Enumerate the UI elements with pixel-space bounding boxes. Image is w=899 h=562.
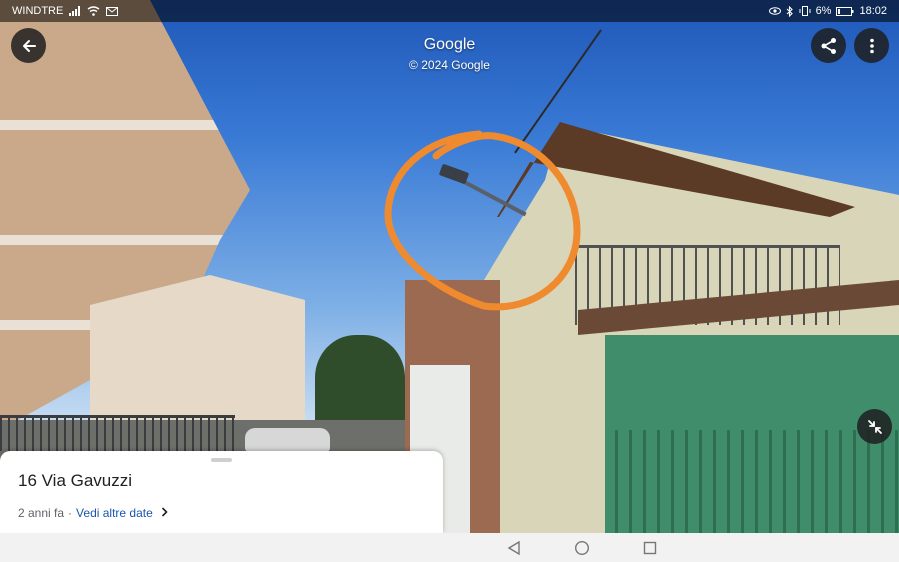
header-copyright: © 2024 Google <box>409 58 490 72</box>
balcony-stripe <box>0 235 230 245</box>
capture-date-row: 2 anni fa · Vedi altre date <box>18 506 168 520</box>
collapse-icon <box>867 419 882 434</box>
share-icon <box>821 37 836 54</box>
back-button[interactable] <box>11 28 46 63</box>
see-more-dates-link[interactable]: Vedi altre date <box>76 506 153 520</box>
nav-back-icon <box>507 540 520 555</box>
capture-age: 2 anni fa <box>18 506 65 520</box>
exit-fullscreen-button[interactable] <box>857 409 892 444</box>
signal-icon <box>69 5 81 17</box>
wifi-icon <box>87 5 100 17</box>
location-address: 16 Via Gavuzzi <box>18 471 133 490</box>
nav-home-icon <box>574 540 590 555</box>
clock-time: 18:02 <box>859 5 887 17</box>
nav-home-button[interactable] <box>572 538 592 558</box>
battery-percent: 6% <box>815 5 832 17</box>
balcony-stripe <box>0 120 230 130</box>
green-garage-gate <box>605 335 899 562</box>
eye-icon <box>768 5 781 17</box>
battery-icon <box>836 5 854 17</box>
left-fence <box>0 415 235 451</box>
gmail-icon <box>106 5 119 17</box>
header-title: Google <box>423 36 476 53</box>
bluetooth-icon <box>786 5 794 17</box>
panorama-header: Google © 2024 Google <box>0 36 899 72</box>
location-card[interactable]: 16 Via Gavuzzi 2 anni fa · Vedi altre da… <box>0 451 443 533</box>
trees <box>315 335 405 430</box>
nav-recents-icon <box>643 541 657 554</box>
carrier-name: WINDTRE <box>12 5 64 17</box>
more-options-button[interactable] <box>854 28 889 63</box>
arrow-back-icon <box>22 39 36 52</box>
parked-car <box>245 428 330 452</box>
drag-handle[interactable] <box>211 458 232 462</box>
meta-separator: · <box>68 506 73 520</box>
nav-back-button[interactable] <box>504 538 524 558</box>
nav-recents-button[interactable] <box>640 538 660 558</box>
share-button[interactable] <box>811 28 846 63</box>
vibrate-icon <box>799 5 811 17</box>
system-navigation-bar <box>0 533 899 562</box>
hand-drawn-circle-annotation <box>384 130 581 311</box>
chevron-right-icon[interactable] <box>161 506 168 520</box>
more-vert-icon <box>869 38 874 53</box>
status-bar: WINDTRE 6% 18:02 <box>0 0 899 22</box>
